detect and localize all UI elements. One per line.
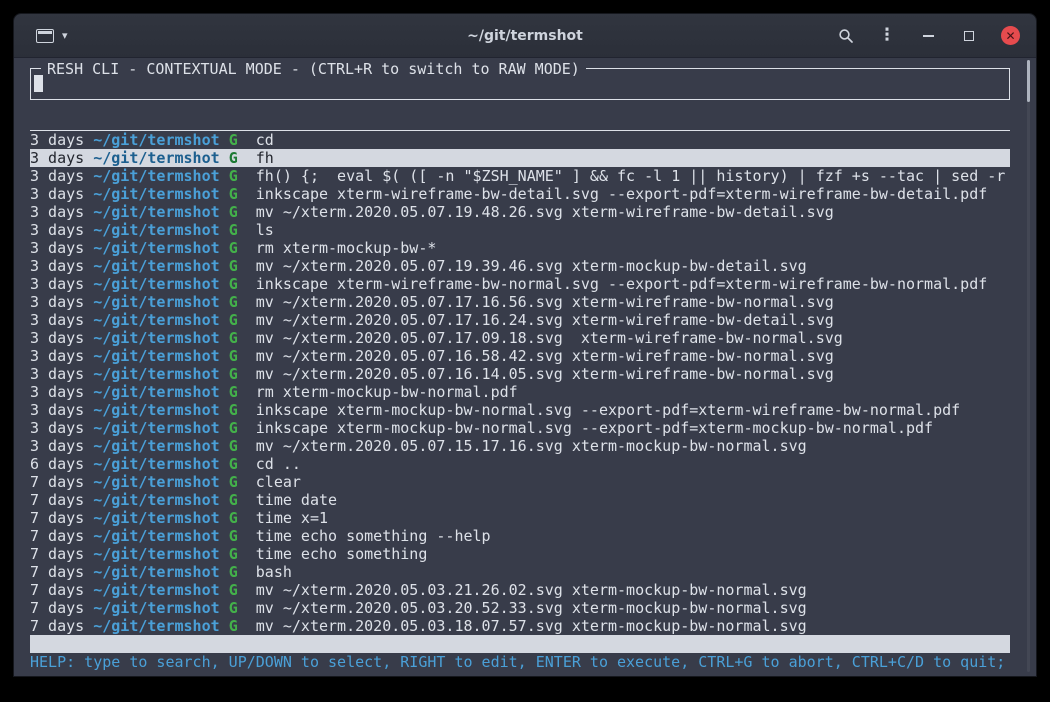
history-row[interactable]: 3 days ~/git/termshot G inkscape xterm-w… (30, 275, 1010, 293)
history-row[interactable]: 3 days ~/git/termshot G rm xterm-mockup-… (30, 383, 1010, 401)
history-row[interactable]: 3 days ~/git/termshot G ls (30, 221, 1010, 239)
new-terminal-button[interactable]: ▾ (36, 29, 68, 43)
history-row[interactable]: 3 days ~/git/termshot G fh (30, 149, 1010, 167)
history-row[interactable]: 7 days ~/git/termshot G time echo someth… (30, 527, 1010, 545)
scrollbar-thumb[interactable] (1027, 60, 1030, 102)
text-cursor (34, 75, 43, 92)
table-header: TIME HOST:DIRECTORY FLAGS COMMAND-LINE (30, 112, 1010, 131)
search-icon (838, 28, 854, 44)
history-row[interactable]: 3 days ~/git/termshot G mv ~/xterm.2020.… (30, 365, 1010, 383)
history-row[interactable]: 7 days ~/git/termshot G bash (30, 563, 1010, 581)
help-line: HELP: type to search, UP/DOWN to select,… (30, 653, 1010, 671)
terminal-content[interactable]: RESH CLI - CONTEXTUAL MODE - (CTRL+R to … (14, 58, 1036, 676)
search-button[interactable] (837, 27, 855, 45)
history-row[interactable]: 3 days ~/git/termshot G mv ~/xterm.2020.… (30, 293, 1010, 311)
titlebar-right: ⋮ ✕ (837, 26, 1020, 45)
history-row[interactable]: 3 days ~/git/termshot G rm xterm-mockup-… (30, 239, 1010, 257)
restore-icon (964, 31, 974, 41)
history-row[interactable]: 7 days ~/git/termshot G mv ~/xterm.2020.… (30, 581, 1010, 599)
menu-button[interactable]: ⋮ (878, 27, 896, 45)
terminal-window: ▾ ~/git/termshot ⋮ ✕ RESH CLI - CONTEXTU… (14, 14, 1036, 676)
chevron-down-icon: ▾ (62, 30, 68, 41)
history-row[interactable]: 3 days ~/git/termshot G inkscape xterm-w… (30, 185, 1010, 203)
history-row[interactable]: 7 days ~/git/termshot G mv ~/xterm.2020.… (30, 599, 1010, 617)
history-row[interactable]: 7 days ~/git/termshot G mv ~/xterm.2020.… (30, 617, 1010, 635)
history-row[interactable]: 3 days ~/git/termshot G fh() {; eval $( … (30, 167, 1010, 185)
history-row[interactable]: 3 days ~/git/termshot G mv ~/xterm.2020.… (30, 437, 1010, 455)
history-rows: 3 days ~/git/termshot G cd3 days ~/git/t… (30, 131, 1010, 635)
mode-title: RESH CLI - CONTEXTUAL MODE - (CTRL+R to … (41, 60, 586, 78)
minimize-icon (923, 35, 934, 37)
history-row[interactable]: 3 days ~/git/termshot G inkscape xterm-m… (30, 401, 1010, 419)
status-bar: 2020-05-08 00:34:56 tower:~/git/termshot… (30, 635, 1010, 653)
history-row[interactable]: 7 days ~/git/termshot G time echo someth… (30, 545, 1010, 563)
titlebar[interactable]: ▾ ~/git/termshot ⋮ ✕ (14, 14, 1036, 58)
terminal-window-icon (36, 29, 54, 43)
history-row[interactable]: 3 days ~/git/termshot G mv ~/xterm.2020.… (30, 203, 1010, 221)
close-button[interactable]: ✕ (1001, 26, 1020, 45)
history-row[interactable]: 7 days ~/git/termshot G clear (30, 473, 1010, 491)
history-row[interactable]: 7 days ~/git/termshot G time x=1 (30, 509, 1010, 527)
minimize-button[interactable] (919, 27, 937, 45)
history-row[interactable]: 3 days ~/git/termshot G inkscape xterm-m… (30, 419, 1010, 437)
history-row[interactable]: 6 days ~/git/termshot G cd .. (30, 455, 1010, 473)
history-row[interactable]: 3 days ~/git/termshot G mv ~/xterm.2020.… (30, 329, 1010, 347)
history-row[interactable]: 3 days ~/git/termshot G mv ~/xterm.2020.… (30, 347, 1010, 365)
titlebar-left: ▾ (36, 29, 68, 43)
history-row[interactable]: 3 days ~/git/termshot G mv ~/xterm.2020.… (30, 257, 1010, 275)
history-row[interactable]: 3 days ~/git/termshot G cd (30, 131, 1010, 149)
scrollbar[interactable] (1027, 60, 1030, 672)
history-row[interactable]: 3 days ~/git/termshot G mv ~/xterm.2020.… (30, 311, 1010, 329)
search-box[interactable]: RESH CLI - CONTEXTUAL MODE - (CTRL+R to … (30, 68, 1010, 100)
restore-button[interactable] (960, 27, 978, 45)
history-row[interactable]: 7 days ~/git/termshot G time date (30, 491, 1010, 509)
